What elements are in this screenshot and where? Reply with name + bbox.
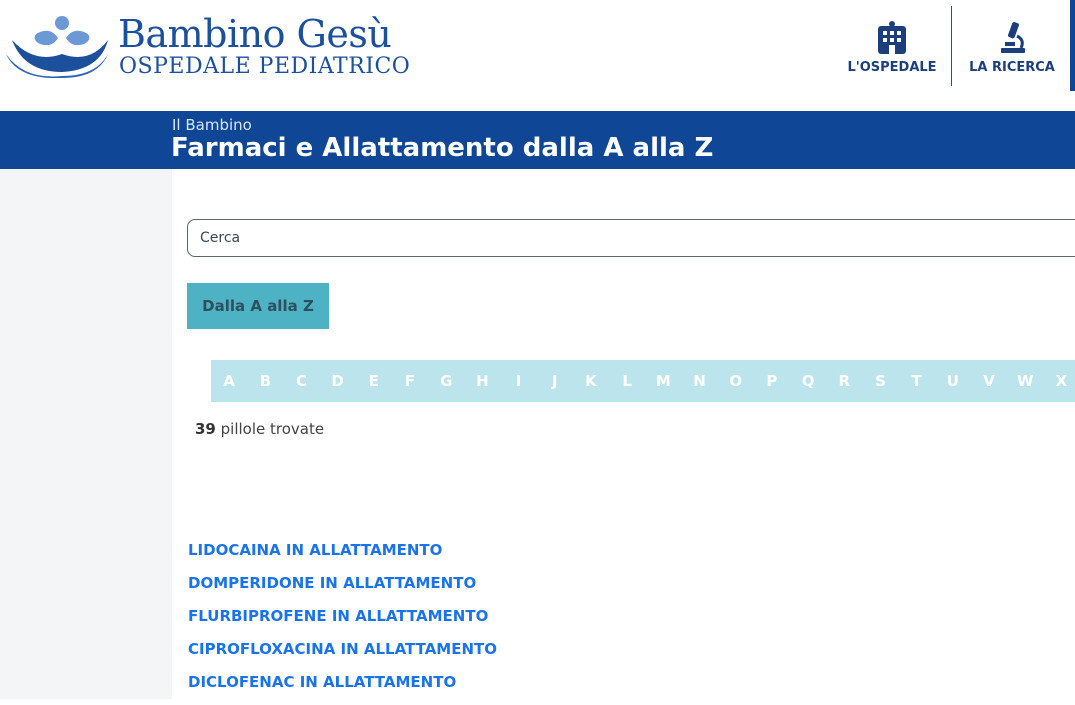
alphabet-letter-b[interactable]: B	[247, 372, 283, 390]
results-count: 39 pillole trovate	[195, 420, 324, 438]
search-box[interactable]	[187, 219, 1075, 257]
alphabet-letter-m[interactable]: M	[645, 372, 681, 390]
header-edge-accent	[1070, 0, 1075, 91]
result-link[interactable]: DICLOFENAC IN ALLATTAMENTO	[188, 673, 456, 691]
result-link[interactable]: LIDOCAINA IN ALLATTAMENTO	[188, 541, 442, 559]
site-logo[interactable]: Bambino Gesù OSPEDALE PEDIATRICO	[4, 12, 410, 82]
breadcrumb[interactable]: Il Bambino	[172, 116, 252, 134]
alphabet-letter-i[interactable]: I	[501, 372, 537, 390]
list-item: DOMPERIDONE IN ALLATTAMENTO	[188, 573, 497, 606]
list-item: LIDOCAINA IN ALLATTAMENTO	[188, 540, 497, 573]
list-item: DICLOFENAC IN ALLATTAMENTO	[188, 672, 497, 705]
search-input[interactable]	[188, 220, 1075, 256]
alphabet-letter-u[interactable]: U	[935, 372, 971, 390]
alphabet-letter-p[interactable]: P	[754, 372, 790, 390]
alphabet-letter-a[interactable]: A	[211, 372, 247, 390]
results-count-label: pillole trovate	[220, 420, 325, 438]
nav-research-button[interactable]: LA RICERCA	[962, 6, 1062, 86]
alphabet-letter-j[interactable]: J	[537, 372, 573, 390]
logo-subtitle: OSPEDALE PEDIATRICO	[119, 54, 411, 79]
alphabet-letter-n[interactable]: N	[681, 372, 717, 390]
alphabet-letter-x[interactable]: X	[1043, 372, 1075, 390]
page-banner: Il Bambino Farmaci e Allattamento dalla …	[0, 111, 1075, 169]
alphabet-letter-l[interactable]: L	[609, 372, 645, 390]
list-item: CIPROFLOXACINA IN ALLATTAMENTO	[188, 639, 497, 672]
alphabet-letter-t[interactable]: T	[899, 372, 935, 390]
alphabet-letter-e[interactable]: E	[356, 372, 392, 390]
result-link[interactable]: CIPROFLOXACINA IN ALLATTAMENTO	[188, 640, 497, 658]
alphabet-letter-f[interactable]: F	[392, 372, 428, 390]
alphabet-letter-k[interactable]: K	[573, 372, 609, 390]
alphabet-letter-s[interactable]: S	[862, 372, 898, 390]
results-list: LIDOCAINA IN ALLATTAMENTO DOMPERIDONE IN …	[188, 540, 497, 705]
left-sidebar	[0, 169, 172, 699]
bambino-gesu-emblem-icon	[6, 16, 108, 78]
result-link[interactable]: DOMPERIDONE IN ALLATTAMENTO	[188, 574, 476, 592]
alphabet-letter-q[interactable]: Q	[790, 372, 826, 390]
results-count-number: 39	[195, 420, 216, 438]
alphabet-letter-h[interactable]: H	[464, 372, 500, 390]
list-item: FLURBIPROFENE IN ALLATTAMENTO	[188, 606, 497, 639]
alphabet-letter-d[interactable]: D	[320, 372, 356, 390]
alphabet-bar: ABCDEFGHIJKLMNOPQRSTUVWX	[211, 360, 1075, 402]
alphabet-letter-v[interactable]: V	[971, 372, 1007, 390]
hospital-building-icon	[878, 21, 906, 54]
alphabet-letter-r[interactable]: R	[826, 372, 862, 390]
alphabet-letter-c[interactable]: C	[283, 372, 319, 390]
nav-hospital-button[interactable]: L'OSPEDALE	[840, 6, 944, 86]
alphabet-letter-o[interactable]: O	[718, 372, 754, 390]
alphabet-letter-w[interactable]: W	[1007, 372, 1043, 390]
main-content: Dalla A alla Z ABCDEFGHIJKLMNOPQRSTUVWX …	[172, 169, 1075, 699]
tab-a-to-z[interactable]: Dalla A alla Z	[187, 283, 329, 329]
alphabet-letter-g[interactable]: G	[428, 372, 464, 390]
nav-hospital-label: L'OSPEDALE	[847, 60, 937, 75]
page-title: Farmaci e Allattamento dalla A alla Z	[171, 133, 714, 163]
nav-divider	[951, 6, 952, 86]
nav-research-label: LA RICERCA	[969, 60, 1055, 75]
logo-title: Bambino Gesù	[118, 12, 392, 56]
site-header: Bambino Gesù OSPEDALE PEDIATRICO L'OSPED…	[0, 0, 1075, 111]
microscope-icon	[1001, 22, 1025, 53]
result-link[interactable]: FLURBIPROFENE IN ALLATTAMENTO	[188, 607, 488, 625]
